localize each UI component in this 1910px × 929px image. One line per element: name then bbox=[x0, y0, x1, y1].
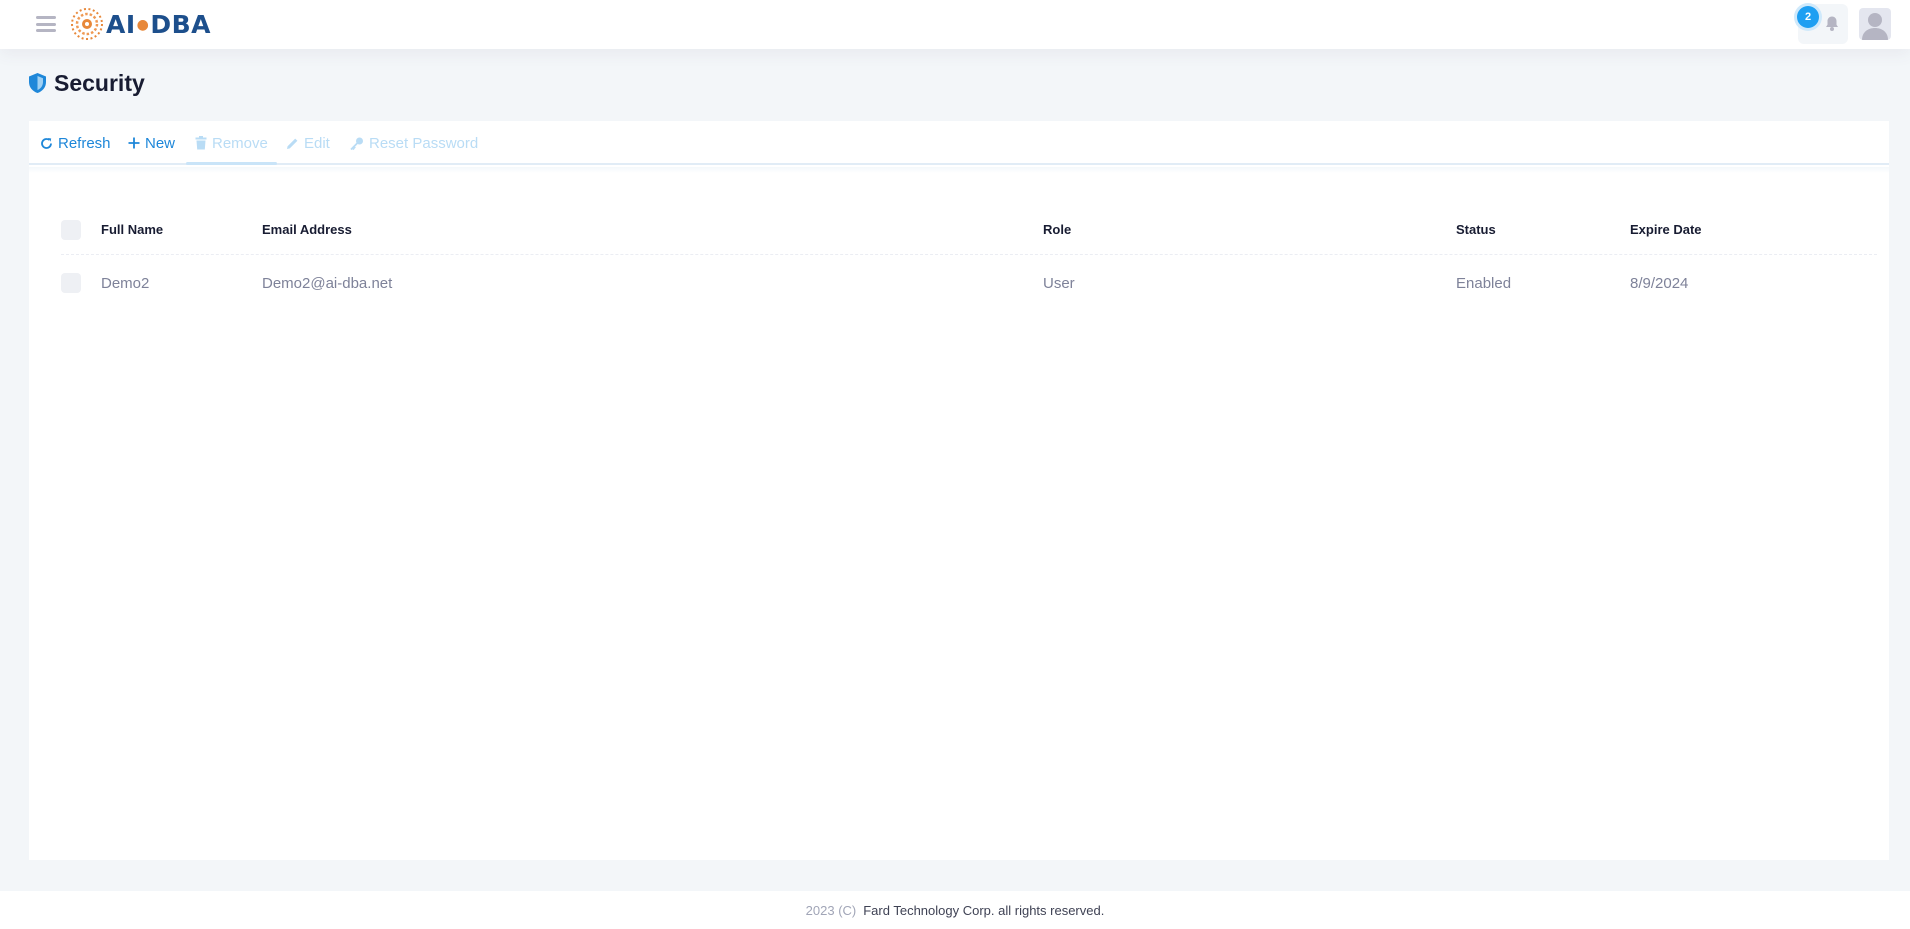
column-header-role[interactable]: Role bbox=[1043, 205, 1071, 254]
footer-company: Fard Technology Corp. all rights reserve… bbox=[863, 902, 1105, 918]
row-checkbox[interactable] bbox=[61, 273, 81, 293]
footer-year: 2023 (C) bbox=[805, 902, 857, 918]
toolbar-focus-indicator bbox=[186, 162, 277, 165]
remove-label: Remove bbox=[212, 134, 268, 152]
column-header-status[interactable]: Status bbox=[1456, 205, 1496, 254]
cell-role: User bbox=[1043, 274, 1075, 292]
page-title: Security bbox=[54, 69, 145, 96]
column-header-expire-date[interactable]: Expire Date bbox=[1630, 205, 1702, 254]
user-avatar-icon[interactable] bbox=[1859, 8, 1891, 40]
table-header-row: Full Name Email Address Role Status Expi… bbox=[61, 205, 1877, 255]
cell-status: Enabled bbox=[1456, 274, 1512, 292]
reset-password-label: Reset Password bbox=[369, 134, 479, 152]
new-button[interactable]: New bbox=[128, 132, 175, 154]
page-title-bar: Security bbox=[28, 68, 145, 98]
pencil-icon bbox=[287, 138, 298, 149]
refresh-label: Refresh bbox=[58, 134, 111, 152]
brand-name: AI●DBA bbox=[106, 10, 211, 39]
cell-email: Demo2@ai-dba.net bbox=[262, 274, 393, 292]
refresh-icon bbox=[41, 137, 52, 149]
bell-icon bbox=[1826, 16, 1838, 31]
footer: 2023 (C) Fard Technology Corp. all right… bbox=[0, 891, 1910, 929]
notifications-badge[interactable]: 2 bbox=[1797, 6, 1819, 28]
cell-full-name: Demo2 bbox=[101, 274, 150, 292]
column-header-email[interactable]: Email Address bbox=[262, 205, 352, 254]
new-label: New bbox=[145, 134, 176, 152]
refresh-button[interactable]: Refresh bbox=[40, 132, 111, 154]
toolbar: Refresh New Remove Edit Reset Password bbox=[29, 121, 1889, 165]
select-all-checkbox[interactable] bbox=[61, 219, 81, 240]
reset-password-button[interactable]: Reset Password bbox=[350, 132, 478, 154]
brand-name-left: AI bbox=[106, 9, 136, 39]
table-row[interactable]: Demo2 Demo2@ai-dba.net User Enabled 8/9/… bbox=[61, 255, 1877, 311]
key-icon bbox=[350, 137, 363, 150]
users-card: Refresh New Remove Edit Reset Password F… bbox=[29, 121, 1889, 860]
top-header: AI●DBA 2 bbox=[0, 0, 1910, 49]
remove-button[interactable]: Remove bbox=[195, 132, 268, 154]
plus-icon bbox=[128, 137, 140, 149]
logo-mark-icon bbox=[71, 8, 103, 40]
hamburger-icon[interactable] bbox=[36, 14, 56, 34]
row-select-cell bbox=[61, 255, 81, 311]
column-header-full-name[interactable]: Full Name bbox=[101, 205, 163, 254]
shield-icon bbox=[29, 73, 46, 93]
cell-expire-date: 8/9/2024 bbox=[1630, 274, 1689, 292]
brand-logo[interactable]: AI●DBA bbox=[70, 7, 211, 41]
brand-dot: ● bbox=[136, 16, 150, 33]
edit-label: Edit bbox=[304, 134, 330, 152]
edit-button[interactable]: Edit bbox=[286, 132, 330, 154]
brand-name-right: DBA bbox=[150, 9, 212, 39]
toolbar-shadow bbox=[29, 167, 1889, 173]
select-all-cell bbox=[61, 205, 81, 254]
avatar-silhouette-icon bbox=[1862, 13, 1888, 40]
trash-icon bbox=[195, 136, 207, 150]
